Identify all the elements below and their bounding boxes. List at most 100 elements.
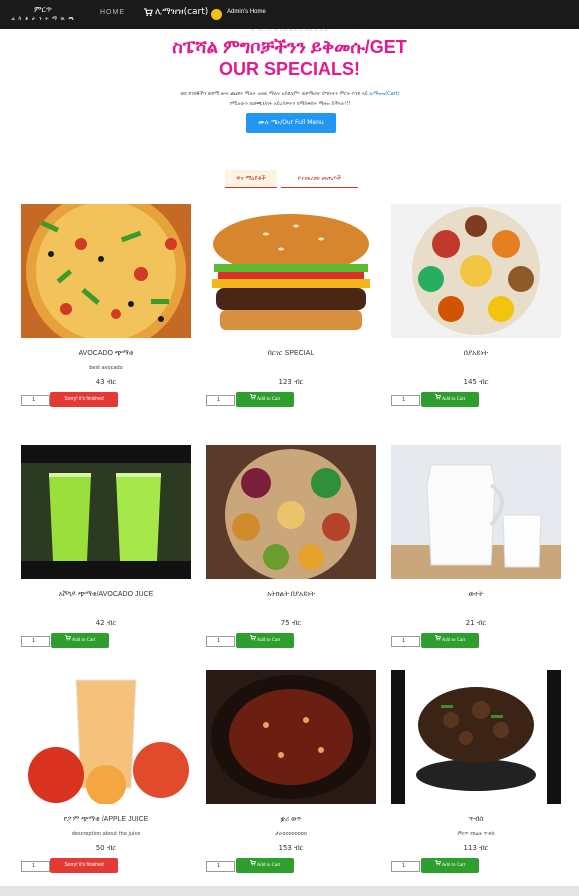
product-image-mixed-platter[interactable] <box>391 204 561 338</box>
product-card: ጥብስ ምርጥ የበሬት ጥብስ 113 ብር 1 Add to Cart <box>391 670 561 877</box>
product-description: descreption about the juice <box>71 831 141 837</box>
add-to-cart-button[interactable]: Add to Cart <box>421 633 479 648</box>
product-image-milk[interactable] <box>391 445 561 579</box>
product-card: ቋሪ ወጥ ታራoooooooo 153 ብር 1 Add to Cart <box>206 670 376 877</box>
product-card: በያአይነት 145 ብር 1 Add to Cart <box>391 204 561 411</box>
purchase-row: 1 Sorry! it's finished <box>21 392 191 411</box>
nav-admin-link[interactable]: Admin's Home <box>227 9 266 15</box>
cart-icon <box>249 635 256 641</box>
product-name: በያአይነት <box>463 350 489 357</box>
tab-main-dishes[interactable]: ዋና ማዕደቶች <box>225 170 277 188</box>
add-to-cart-label: Add to Cart <box>256 397 281 402</box>
quantity-input[interactable]: 1 <box>21 636 50 647</box>
product-image-stew[interactable] <box>206 670 376 804</box>
product-name: ጥብስ <box>468 816 484 823</box>
product-price: 21 ብር <box>465 619 487 627</box>
hero-title-line1: ስፔሻል ምግቦቻችንን ይቅመሱ/GET <box>172 37 407 57</box>
product-price: 123 ብር <box>278 378 304 386</box>
add-to-cart-button[interactable]: Add to Cart <box>421 392 479 407</box>
add-to-cart-label: Add to Cart <box>256 863 281 868</box>
quantity-input[interactable]: 1 <box>206 395 235 406</box>
quantity-input[interactable]: 1 <box>391 636 420 647</box>
product-description: ምርጥ የበሬት ጥብስ <box>457 831 495 837</box>
quantity-input[interactable]: 1 <box>206 636 235 647</box>
product-image-apple-juice[interactable] <box>21 670 191 804</box>
top-navbar: ምርጥ ሬ ስ ቶ ራ ን ት ማ ዉ ጫ HOME ሊማዝዝ(cart) Ad… <box>0 0 579 29</box>
product-card: አትክልት በያአይነት 75 ብር 1 Add to Cart <box>206 445 376 652</box>
product-image-avocado-juice[interactable] <box>21 445 191 579</box>
add-to-cart-label: Add to Cart <box>256 638 281 643</box>
product-image-vegetable-platter[interactable] <box>206 445 376 579</box>
tab-selected-drinks[interactable]: የተመረጡ መጠጦች <box>281 170 358 188</box>
product-card: አቮካዶ ጭማቂ/AVOCADO JUCE 42 ብር 1 Add to Car… <box>21 445 191 652</box>
cart-icon <box>434 635 441 641</box>
admin-avatar-icon[interactable] <box>211 9 222 20</box>
product-description: best avocado <box>89 365 123 371</box>
product-price: 153 ብር <box>278 844 304 852</box>
purchase-row: 1 Add to Cart <box>206 633 376 652</box>
brand-logo[interactable]: ምርጥ ሬ ስ ቶ ራ ን ት ማ ዉ ጫ <box>8 5 78 23</box>
product-description <box>21 605 191 613</box>
product-description <box>391 364 561 372</box>
purchase-row: 1 Add to Cart <box>391 633 561 652</box>
brand-name: ምርጥ <box>34 5 52 14</box>
hero-desc-text: ወደ ደንበኞችን ወደሚገዙት ጨመሩ ማለት አዘዉ ማለት አይደለም። … <box>180 91 368 97</box>
nav-cart-label: ሊማዝዝ(cart) <box>155 7 209 17</box>
purchase-row: 1 Add to Cart <box>206 392 376 411</box>
product-description <box>206 605 376 613</box>
sold-out-button[interactable]: Sorry! it's finished <box>50 392 118 407</box>
nav-home-link[interactable]: HOME <box>100 9 125 16</box>
purchase-row: 1 Add to Cart <box>206 858 376 877</box>
cart-icon <box>249 860 256 866</box>
add-to-cart-button[interactable]: Add to Cart <box>236 858 294 873</box>
quantity-input[interactable]: 1 <box>206 861 235 872</box>
product-name: በርገር SPECIAL <box>267 350 315 357</box>
product-image-pizza[interactable] <box>21 204 191 338</box>
product-card: ወተት 21 ብር 1 Add to Cart <box>391 445 561 652</box>
page-footer-strip <box>0 886 579 896</box>
product-price: 145 ብር <box>463 378 489 386</box>
purchase-row: 1 Add to Cart <box>21 633 191 652</box>
product-description <box>391 605 561 613</box>
hero-title: ስፔሻል ምግቦቻችንን ይቅመሱ/GET OUR SPECIALS! <box>0 36 579 80</box>
hero-cart-link[interactable]: ሊማዝዝ(Cart) <box>369 91 399 97</box>
product-price: 75 ብር <box>280 619 302 627</box>
quantity-input[interactable]: 1 <box>391 395 420 406</box>
cart-icon <box>434 860 441 866</box>
product-card: በርገር SPECIAL 123 ብር 1 Add to Cart <box>206 204 376 411</box>
cart-icon <box>249 394 256 400</box>
add-to-cart-button[interactable]: Add to Cart <box>236 392 294 407</box>
product-image-tibs[interactable] <box>391 670 561 804</box>
product-description <box>206 364 376 372</box>
product-name: ቋሪ ወጥ <box>280 816 302 823</box>
add-to-cart-label: Add to Cart <box>441 397 466 402</box>
purchase-row: 1 Add to Cart <box>391 858 561 877</box>
add-to-cart-button[interactable]: Add to Cart <box>236 633 294 648</box>
hero-desc-text-2: የሚለውን በመጫን/ክት አይረሳዎትን በማስቀሰት ማዘዝ ይችላሉ!!! <box>229 101 351 107</box>
product-price: 50 ብር <box>95 844 117 852</box>
cart-icon <box>434 394 441 400</box>
cart-icon <box>64 635 71 641</box>
nav-cart-link[interactable]: ሊማዝዝ(cart) <box>144 7 208 17</box>
sold-out-button[interactable]: Sorry! it's finished <box>50 858 118 873</box>
hero-title-line2: OUR SPECIALS! <box>218 59 360 79</box>
add-to-cart-button[interactable]: Add to Cart <box>421 858 479 873</box>
full-menu-button[interactable]: ሙሉ ሜኑ/Our Full Menu <box>246 113 336 133</box>
add-to-cart-button[interactable]: Add to Cart <box>51 633 109 648</box>
add-to-cart-label: Add to Cart <box>441 863 466 868</box>
add-to-cart-label: Add to Cart <box>441 638 466 643</box>
quantity-input[interactable]: 1 <box>21 861 50 872</box>
purchase-row: 1 Add to Cart <box>391 392 561 411</box>
product-description: ታራoooooooo <box>275 831 307 837</box>
product-name: አቮካዶ ጭማቂ/AVOCADO JUCE <box>58 591 154 598</box>
product-name: አትክልት በያአይነት <box>267 591 315 598</box>
quantity-input[interactable]: 1 <box>21 395 50 406</box>
product-card: AVOCADO ጭማቂ best avocado 43 ብር 1 Sorry! … <box>21 204 191 411</box>
purchase-row: 1 Sorry! it's finished <box>21 858 191 877</box>
product-price: 113 ብር <box>463 844 489 852</box>
product-price: 42 ብር <box>95 619 117 627</box>
product-name: AVOCADO ጭማቂ <box>78 350 134 357</box>
quantity-input[interactable]: 1 <box>391 861 420 872</box>
product-image-burger[interactable] <box>206 204 376 338</box>
product-price: 43 ብር <box>95 378 117 386</box>
